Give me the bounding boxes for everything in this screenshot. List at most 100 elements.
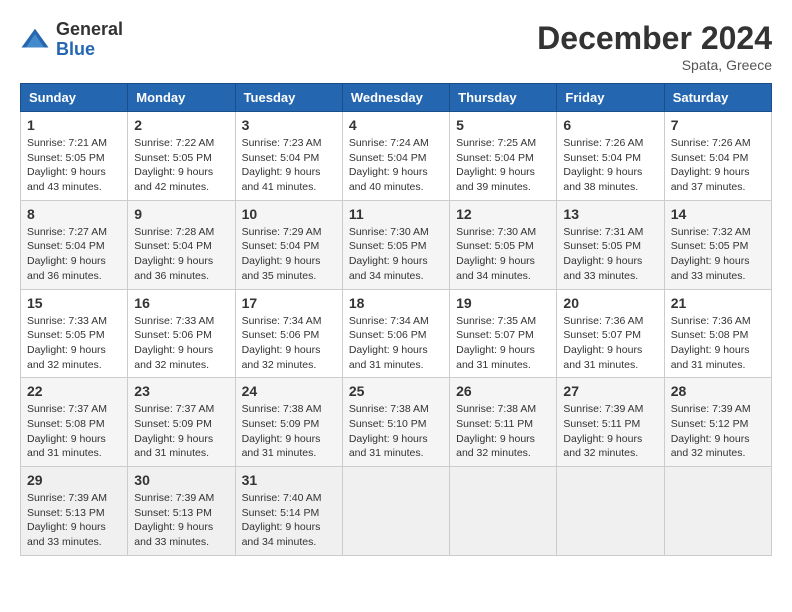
day-number: 15 [27,295,121,311]
calendar-cell: 4 Sunrise: 7:24 AM Sunset: 5:04 PM Dayli… [342,112,449,201]
day-info: Sunrise: 7:35 AM Sunset: 5:07 PM Dayligh… [456,314,550,373]
calendar-cell: 19 Sunrise: 7:35 AM Sunset: 5:07 PM Dayl… [450,289,557,378]
calendar-cell: 25 Sunrise: 7:38 AM Sunset: 5:10 PM Dayl… [342,378,449,467]
daylight-label: Daylight: 9 hours and 42 minutes. [134,166,213,193]
sunrise-label: Sunrise: 7:29 AM [242,226,322,238]
day-number: 17 [242,295,336,311]
calendar-cell: 12 Sunrise: 7:30 AM Sunset: 5:05 PM Dayl… [450,200,557,289]
sunrise-label: Sunrise: 7:35 AM [456,315,536,327]
calendar-week-row: 15 Sunrise: 7:33 AM Sunset: 5:05 PM Dayl… [21,289,772,378]
sunrise-label: Sunrise: 7:37 AM [134,403,214,415]
sunset-label: Sunset: 5:04 PM [671,152,749,164]
calendar-cell: 15 Sunrise: 7:33 AM Sunset: 5:05 PM Dayl… [21,289,128,378]
day-info: Sunrise: 7:36 AM Sunset: 5:08 PM Dayligh… [671,314,765,373]
sunrise-label: Sunrise: 7:39 AM [27,492,107,504]
day-number: 9 [134,206,228,222]
sunset-label: Sunset: 5:09 PM [242,418,320,430]
daylight-label: Daylight: 9 hours and 32 minutes. [671,433,750,460]
calendar-week-row: 1 Sunrise: 7:21 AM Sunset: 5:05 PM Dayli… [21,112,772,201]
calendar-cell: 14 Sunrise: 7:32 AM Sunset: 5:05 PM Dayl… [664,200,771,289]
calendar-cell [557,467,664,556]
sunset-label: Sunset: 5:13 PM [134,507,212,519]
calendar-cell [342,467,449,556]
sunset-label: Sunset: 5:05 PM [563,240,641,252]
daylight-label: Daylight: 9 hours and 39 minutes. [456,166,535,193]
sunrise-label: Sunrise: 7:40 AM [242,492,322,504]
weekday-header: Friday [557,84,664,112]
day-number: 18 [349,295,443,311]
calendar-week-row: 8 Sunrise: 7:27 AM Sunset: 5:04 PM Dayli… [21,200,772,289]
sunset-label: Sunset: 5:05 PM [671,240,749,252]
sunset-label: Sunset: 5:04 PM [134,240,212,252]
daylight-label: Daylight: 9 hours and 31 minutes. [27,433,106,460]
calendar-cell: 29 Sunrise: 7:39 AM Sunset: 5:13 PM Dayl… [21,467,128,556]
day-info: Sunrise: 7:23 AM Sunset: 5:04 PM Dayligh… [242,136,336,195]
daylight-label: Daylight: 9 hours and 33 minutes. [671,255,750,282]
calendar-cell [450,467,557,556]
day-number: 13 [563,206,657,222]
sunrise-label: Sunrise: 7:36 AM [563,315,643,327]
sunrise-label: Sunrise: 7:39 AM [563,403,643,415]
sunrise-label: Sunrise: 7:38 AM [456,403,536,415]
sunset-label: Sunset: 5:04 PM [349,152,427,164]
day-number: 25 [349,383,443,399]
sunrise-label: Sunrise: 7:39 AM [134,492,214,504]
month-year: December 2024 [537,20,772,57]
calendar-cell: 1 Sunrise: 7:21 AM Sunset: 5:05 PM Dayli… [21,112,128,201]
day-number: 1 [27,117,121,133]
calendar-week-row: 22 Sunrise: 7:37 AM Sunset: 5:08 PM Dayl… [21,378,772,467]
day-info: Sunrise: 7:34 AM Sunset: 5:06 PM Dayligh… [349,314,443,373]
logo: General Blue [20,20,123,60]
sunrise-label: Sunrise: 7:39 AM [671,403,751,415]
calendar-cell: 20 Sunrise: 7:36 AM Sunset: 5:07 PM Dayl… [557,289,664,378]
daylight-label: Daylight: 9 hours and 36 minutes. [27,255,106,282]
logo-general: General [56,20,123,40]
weekday-header: Saturday [664,84,771,112]
sunrise-label: Sunrise: 7:23 AM [242,137,322,149]
day-info: Sunrise: 7:27 AM Sunset: 5:04 PM Dayligh… [27,225,121,284]
sunrise-label: Sunrise: 7:31 AM [563,226,643,238]
daylight-label: Daylight: 9 hours and 43 minutes. [27,166,106,193]
day-number: 23 [134,383,228,399]
day-number: 30 [134,472,228,488]
sunset-label: Sunset: 5:05 PM [27,329,105,341]
calendar-cell: 30 Sunrise: 7:39 AM Sunset: 5:13 PM Dayl… [128,467,235,556]
sunset-label: Sunset: 5:06 PM [134,329,212,341]
weekday-header: Monday [128,84,235,112]
sunset-label: Sunset: 5:14 PM [242,507,320,519]
day-number: 24 [242,383,336,399]
calendar-cell: 7 Sunrise: 7:26 AM Sunset: 5:04 PM Dayli… [664,112,771,201]
calendar-cell: 5 Sunrise: 7:25 AM Sunset: 5:04 PM Dayli… [450,112,557,201]
calendar-cell: 26 Sunrise: 7:38 AM Sunset: 5:11 PM Dayl… [450,378,557,467]
day-info: Sunrise: 7:33 AM Sunset: 5:06 PM Dayligh… [134,314,228,373]
day-number: 19 [456,295,550,311]
sunset-label: Sunset: 5:12 PM [671,418,749,430]
daylight-label: Daylight: 9 hours and 32 minutes. [456,433,535,460]
sunset-label: Sunset: 5:04 PM [27,240,105,252]
sunset-label: Sunset: 5:06 PM [242,329,320,341]
calendar-cell: 16 Sunrise: 7:33 AM Sunset: 5:06 PM Dayl… [128,289,235,378]
daylight-label: Daylight: 9 hours and 32 minutes. [242,344,321,371]
sunset-label: Sunset: 5:10 PM [349,418,427,430]
daylight-label: Daylight: 9 hours and 32 minutes. [563,433,642,460]
sunrise-label: Sunrise: 7:30 AM [349,226,429,238]
daylight-label: Daylight: 9 hours and 32 minutes. [134,344,213,371]
calendar-cell: 28 Sunrise: 7:39 AM Sunset: 5:12 PM Dayl… [664,378,771,467]
day-info: Sunrise: 7:24 AM Sunset: 5:04 PM Dayligh… [349,136,443,195]
sunset-label: Sunset: 5:05 PM [456,240,534,252]
calendar-cell: 27 Sunrise: 7:39 AM Sunset: 5:11 PM Dayl… [557,378,664,467]
daylight-label: Daylight: 9 hours and 40 minutes. [349,166,428,193]
day-info: Sunrise: 7:38 AM Sunset: 5:11 PM Dayligh… [456,402,550,461]
calendar-cell [664,467,771,556]
day-info: Sunrise: 7:30 AM Sunset: 5:05 PM Dayligh… [349,225,443,284]
daylight-label: Daylight: 9 hours and 33 minutes. [134,521,213,548]
day-info: Sunrise: 7:31 AM Sunset: 5:05 PM Dayligh… [563,225,657,284]
daylight-label: Daylight: 9 hours and 34 minutes. [456,255,535,282]
daylight-label: Daylight: 9 hours and 31 minutes. [134,433,213,460]
weekday-header: Wednesday [342,84,449,112]
daylight-label: Daylight: 9 hours and 34 minutes. [242,521,321,548]
calendar-cell: 13 Sunrise: 7:31 AM Sunset: 5:05 PM Dayl… [557,200,664,289]
day-info: Sunrise: 7:22 AM Sunset: 5:05 PM Dayligh… [134,136,228,195]
logo-icon [20,25,50,55]
day-info: Sunrise: 7:37 AM Sunset: 5:09 PM Dayligh… [134,402,228,461]
